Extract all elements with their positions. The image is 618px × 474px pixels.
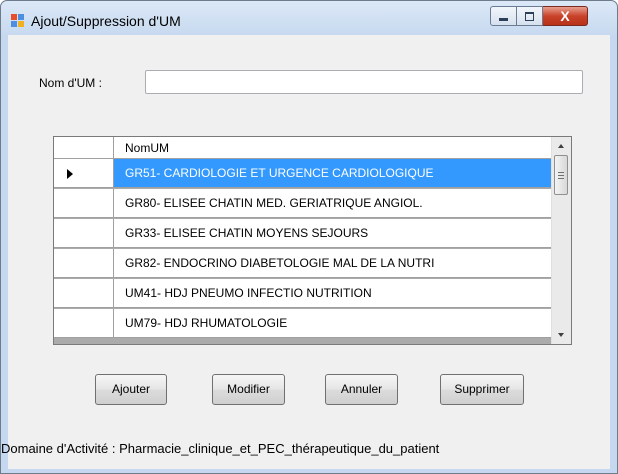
table-cell[interactable]: UM79- HDJ RHUMATOLOGIE bbox=[114, 309, 551, 338]
annuler-button[interactable]: Annuler bbox=[325, 374, 398, 405]
status-line: Domaine d'Activité : Pharmacie_clinique_… bbox=[1, 441, 617, 456]
row-header[interactable] bbox=[54, 159, 114, 188]
close-icon: X bbox=[560, 8, 570, 24]
grid-rows: GR51- CARDIOLOGIE ET URGENCE CARDIOLOGIQ… bbox=[54, 159, 551, 339]
row-indicator-arrow-icon bbox=[67, 169, 73, 179]
nom-um-label: Nom d'UM : bbox=[39, 76, 102, 90]
row-header[interactable] bbox=[54, 249, 114, 278]
column-header-nomum[interactable]: NomUM bbox=[114, 137, 551, 159]
form-client-area: Nom d'UM : NomUM GR51- CARDIOLOGIE ET UR… bbox=[8, 35, 610, 469]
close-button[interactable]: X bbox=[543, 6, 588, 26]
table-cell[interactable]: GR82- ENDOCRINO DIABETOLOGIE MAL DE LA N… bbox=[114, 249, 551, 278]
table-row[interactable]: GR51- CARDIOLOGIE ET URGENCE CARDIOLOGIQ… bbox=[54, 159, 551, 189]
maximize-icon bbox=[525, 12, 534, 21]
scroll-down-button[interactable] bbox=[552, 327, 571, 344]
table-cell[interactable]: UM41- HDJ PNEUMO INFECTIO NUTRITION bbox=[114, 279, 551, 308]
grip-line bbox=[558, 175, 564, 176]
scroll-thumb[interactable] bbox=[554, 155, 568, 195]
modifier-button[interactable]: Modifier bbox=[212, 374, 285, 405]
row-header[interactable] bbox=[54, 309, 114, 338]
table-row[interactable]: GR80- ELISEE CHATIN MED. GERIATRIQUE ANG… bbox=[54, 189, 551, 219]
minimize-button[interactable] bbox=[490, 6, 517, 26]
table-row[interactable]: UM41- HDJ PNEUMO INFECTIO NUTRITION bbox=[54, 279, 551, 309]
row-header[interactable] bbox=[54, 279, 114, 308]
title-bar[interactable]: Ajout/Suppression d'UM X bbox=[1, 1, 617, 35]
main-window: Ajout/Suppression d'UM X Nom d'UM : NomU… bbox=[0, 0, 618, 474]
row-header[interactable] bbox=[54, 189, 114, 218]
maximize-button[interactable] bbox=[517, 6, 543, 26]
um-data-grid[interactable]: NomUM GR51- CARDIOLOGIE ET URGENCE CARDI… bbox=[53, 136, 572, 345]
table-cell[interactable]: GR33- ELISEE CHATIN MOYENS SEJOURS bbox=[114, 219, 551, 248]
ajouter-button[interactable]: Ajouter bbox=[95, 374, 167, 405]
table-row[interactable]: GR33- ELISEE CHATIN MOYENS SEJOURS bbox=[54, 219, 551, 249]
table-row[interactable]: UM79- HDJ RHUMATOLOGIE bbox=[54, 309, 551, 339]
table-cell-selected[interactable]: GR51- CARDIOLOGIE ET URGENCE CARDIOLOGIQ… bbox=[114, 159, 551, 188]
scroll-up-button[interactable] bbox=[552, 137, 571, 154]
arrow-down-icon bbox=[558, 333, 564, 337]
domaine-value: Pharmacie_clinique_et_PEC_thérapeutique_… bbox=[119, 441, 440, 456]
table-row[interactable]: GR82- ENDOCRINO DIABETOLOGIE MAL DE LA N… bbox=[54, 249, 551, 279]
window-title: Ajout/Suppression d'UM bbox=[31, 13, 181, 29]
grid-corner-header[interactable] bbox=[54, 137, 114, 159]
grip-line bbox=[558, 178, 564, 179]
table-cell[interactable]: GR80- ELISEE CHATIN MED. GERIATRIQUE ANG… bbox=[114, 189, 551, 218]
nom-um-input[interactable] bbox=[145, 70, 583, 94]
arrow-up-icon bbox=[558, 144, 564, 148]
vertical-scrollbar[interactable] bbox=[551, 137, 571, 344]
app-window-icon bbox=[11, 14, 25, 28]
domaine-label: Domaine d'Activité : bbox=[1, 441, 116, 456]
minimize-icon bbox=[499, 18, 508, 21]
row-header[interactable] bbox=[54, 219, 114, 248]
grip-line bbox=[558, 172, 564, 173]
supprimer-button[interactable]: Supprimer bbox=[440, 374, 524, 405]
